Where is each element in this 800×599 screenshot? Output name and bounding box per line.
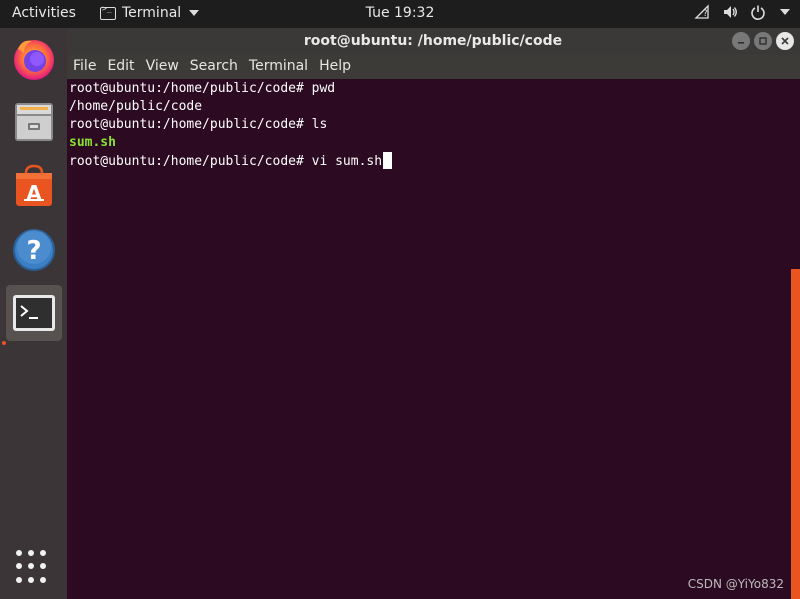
terminal-icon xyxy=(13,295,55,331)
dock-item-help[interactable]: ? xyxy=(6,222,62,278)
clock[interactable]: Tue 19:32 xyxy=(366,5,435,21)
app-menu[interactable]: Terminal xyxy=(100,4,200,21)
firefox-icon xyxy=(14,40,54,80)
terminal-mini-icon xyxy=(100,4,116,20)
terminal-line-file: sum.sh xyxy=(69,135,116,150)
terminal-line: /home/public/code xyxy=(69,99,203,114)
dock: A ? xyxy=(0,28,67,599)
running-indicator xyxy=(2,341,6,345)
menu-file[interactable]: File xyxy=(67,55,101,79)
activities-button[interactable]: Activities xyxy=(12,5,76,21)
terminal-prompt-line: root@ubuntu:/home/public/code# vi sum.sh xyxy=(69,152,800,170)
system-tray[interactable]: ? xyxy=(694,4,790,20)
minimize-button[interactable] xyxy=(732,32,750,50)
maximize-button[interactable] xyxy=(754,32,772,50)
volume-icon[interactable] xyxy=(722,4,738,20)
files-icon xyxy=(15,103,53,141)
close-icon xyxy=(781,37,789,45)
dropdown-arrow-icon xyxy=(189,10,200,16)
terminal-output[interactable]: root@ubuntu:/home/public/code# pwd /home… xyxy=(67,79,800,599)
power-icon[interactable] xyxy=(750,4,766,20)
window-title: root@ubuntu: /home/public/code xyxy=(303,33,563,49)
dock-item-software[interactable]: A xyxy=(6,158,62,214)
show-applications-icon[interactable] xyxy=(16,550,50,584)
dock-item-files[interactable] xyxy=(6,94,62,150)
dock-item-firefox[interactable] xyxy=(6,31,62,87)
menu-help[interactable]: Help xyxy=(313,55,356,79)
software-icon: A xyxy=(16,164,52,206)
system-menu-arrow-icon[interactable] xyxy=(780,9,790,15)
svg-text:A: A xyxy=(26,181,42,205)
menu-terminal[interactable]: Terminal xyxy=(243,55,313,79)
svg-text:?: ? xyxy=(26,236,41,266)
terminal-window: root@ubuntu: /home/public/code File Edit… xyxy=(67,28,800,599)
terminal-command: root@ubuntu:/home/public/code# vi sum.sh xyxy=(69,154,383,169)
network-icon[interactable]: ? xyxy=(694,4,710,20)
title-bar[interactable]: root@ubuntu: /home/public/code xyxy=(67,28,800,55)
close-button[interactable] xyxy=(776,32,794,50)
help-icon: ? xyxy=(13,229,55,271)
menu-bar: File Edit View Search Terminal Help xyxy=(67,55,800,79)
watermark: CSDN @YiYo832 xyxy=(687,577,784,591)
app-menu-label: Terminal xyxy=(122,5,182,21)
svg-text:?: ? xyxy=(703,9,708,19)
dock-item-terminal[interactable] xyxy=(6,285,62,341)
menu-search[interactable]: Search xyxy=(184,55,243,79)
top-bar: Activities Terminal Tue 19:32 ? xyxy=(0,0,800,28)
maximize-icon xyxy=(759,37,767,45)
menu-edit[interactable]: Edit xyxy=(101,55,139,79)
minimize-icon xyxy=(738,42,744,44)
scrollbar[interactable] xyxy=(791,269,800,599)
menu-view[interactable]: View xyxy=(140,55,184,79)
terminal-line: root@ubuntu:/home/public/code# pwd xyxy=(69,81,336,96)
text-cursor xyxy=(383,152,393,169)
terminal-line: root@ubuntu:/home/public/code# ls xyxy=(69,117,328,132)
